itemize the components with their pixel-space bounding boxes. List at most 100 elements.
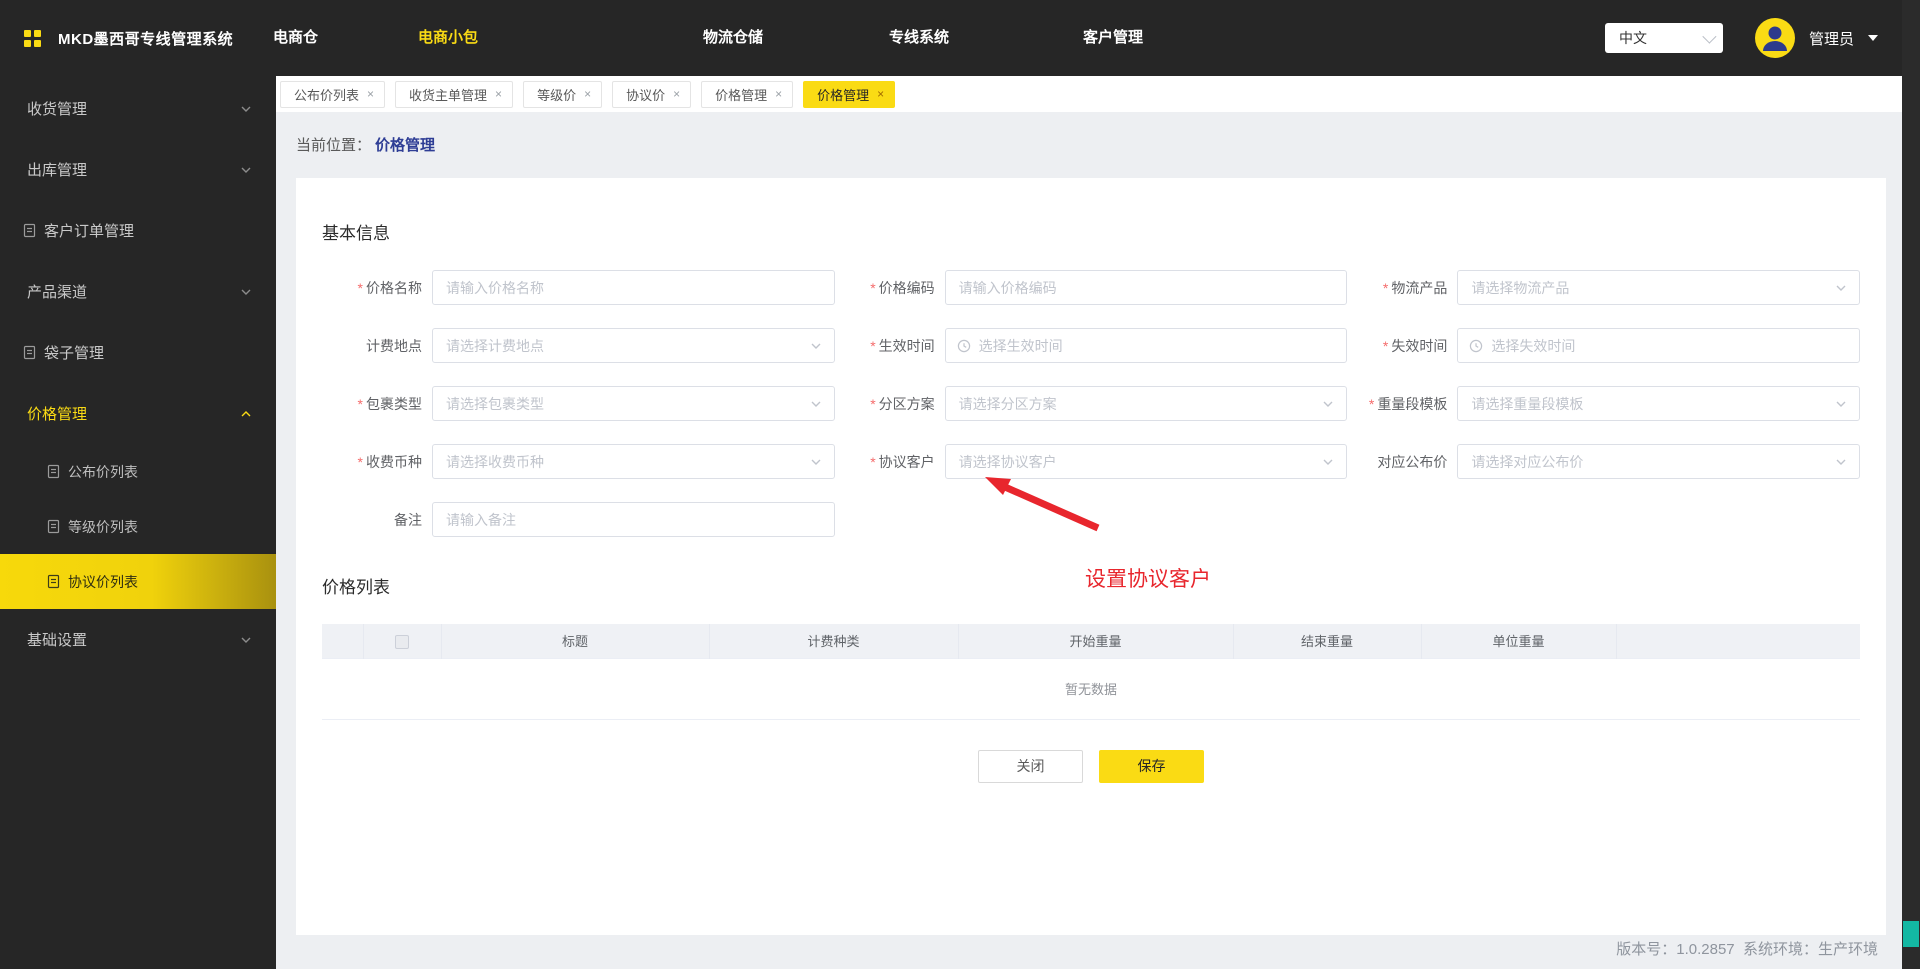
expiry-time-picker-label: * 失效时间	[1382, 337, 1448, 354]
required-asterisk: *	[357, 395, 363, 412]
agreement-customer-select[interactable]: 请选择协议客户	[944, 444, 1348, 479]
zone-plan-select[interactable]: 请选择分区方案	[944, 386, 1348, 421]
avatar[interactable]	[1754, 18, 1795, 58]
nav-item-customer-management[interactable]: 客户管理	[1083, 0, 1143, 76]
remark-input-placeholder: 请输入备注	[446, 511, 516, 528]
sidebar-item-receiving[interactable]: 收货管理	[0, 78, 276, 139]
close-button[interactable]: 关闭	[978, 749, 1083, 783]
charge-currency-select[interactable]: 请选择收费币种	[432, 444, 835, 479]
sidebar-item-published-price-list[interactable]: 公布价列表	[0, 444, 276, 499]
required-asterisk: *	[357, 453, 363, 470]
chevron-down-icon	[1835, 282, 1847, 294]
required-asterisk: *	[870, 453, 876, 470]
sidebar-item-product-channel[interactable]: 产品渠道	[0, 261, 276, 322]
sidebar-item-outbound[interactable]: 出库管理	[0, 139, 276, 200]
published-price-select-field: 对应公布价 请选择对应公布价	[1347, 444, 1860, 479]
effective-time-picker-field: * 生效时间 选择生效时间	[835, 328, 1348, 363]
parcel-type-select[interactable]: 请选择包裹类型	[432, 386, 835, 421]
sidebar-item-basic-settings[interactable]: 基础设置	[0, 609, 276, 670]
sidebar-item-level-price-list[interactable]: 等级价列表	[0, 499, 276, 554]
table-col-3: 开始重量	[958, 624, 1234, 658]
save-button[interactable]: 保存	[1099, 749, 1204, 783]
tab-level-price[interactable]: 等级价 ×	[523, 80, 603, 108]
sidebar-item-basic-settings-label: 基础设置	[27, 632, 88, 649]
logistics-product-select[interactable]: 请选择物流产品	[1457, 270, 1860, 305]
price-name-input-label: * 价格名称	[357, 279, 422, 296]
tab-agreement-price[interactable]: 协议价 ×	[612, 80, 692, 108]
chevron-down-icon	[811, 459, 821, 465]
remark-input-label: 备注	[394, 511, 422, 528]
published-price-select[interactable]: 请选择对应公布价	[1457, 444, 1860, 479]
effective-time-picker[interactable]: 选择生效时间	[944, 328, 1348, 363]
tab-close-icon[interactable]: ×	[584, 88, 591, 100]
chevron-down-icon	[810, 456, 822, 468]
chevron-down-icon	[1836, 401, 1846, 407]
tab-close-icon[interactable]: ×	[367, 88, 374, 100]
basic-info-form: * 价格名称 请输入价格名称 * 价格编码 请输入价格编码 * 物流产品 请选择物流产品 计费地点…	[322, 270, 1860, 537]
sidebar-item-price-management[interactable]: 价格管理	[0, 383, 276, 444]
charge-currency-select-label: * 收费币种	[357, 453, 422, 470]
nav-item-ecommerce-warehouse[interactable]: 电商仓	[273, 0, 318, 76]
price-name-input[interactable]: 请输入价格名称	[432, 270, 835, 305]
strip-indicator[interactable]	[1903, 921, 1919, 947]
expiry-time-picker[interactable]: 选择失效时间	[1457, 328, 1860, 363]
caret-down-icon[interactable]	[1868, 35, 1878, 41]
sidebar-item-bag-management[interactable]: 袋子管理	[0, 322, 276, 383]
basic-info-title: 基本信息	[322, 224, 390, 243]
zone-plan-select-placeholder: 请选择分区方案	[958, 395, 1057, 412]
document-icon	[23, 223, 36, 238]
tab-close-icon[interactable]: ×	[673, 88, 680, 100]
price-code-input[interactable]: 请输入价格编码	[944, 270, 1348, 305]
expiry-time-picker-field: * 失效时间 选择失效时间	[1347, 328, 1860, 363]
tab-strip: 公布价列表 × 收货主单管理 × 等级价 × 协议价 × 价格管理 × 价格管理 ×	[276, 76, 1902, 112]
sidebar-item-price-management-label: 价格管理	[27, 406, 88, 423]
chevron-down-icon	[1836, 459, 1846, 465]
right-edge-strip[interactable]	[1902, 0, 1920, 969]
document-icon	[47, 519, 60, 534]
price-code-input-label: * 价格编码	[870, 279, 935, 296]
chevron-down-icon	[241, 289, 251, 295]
remark-input[interactable]: 请输入备注	[432, 502, 835, 537]
table-col-trailing	[1616, 624, 1860, 658]
select-all-checkbox[interactable]	[395, 634, 409, 649]
charge-currency-select-placeholder: 请选择收费币种	[446, 453, 544, 470]
table-col-1: 标题	[441, 624, 710, 658]
parcel-type-select-field: * 包裹类型 请选择包裹类型	[322, 386, 835, 421]
billing-location-select[interactable]: 请选择计费地点	[432, 328, 835, 363]
sidebar-item-bag-management-label: 袋子管理	[44, 345, 105, 362]
sidebar-item-customer-orders[interactable]: 客户订单管理	[0, 200, 276, 261]
tab-close-icon[interactable]: ×	[775, 88, 782, 100]
tab-close-icon[interactable]: ×	[877, 88, 884, 100]
required-asterisk: *	[1382, 279, 1389, 296]
parcel-type-select-placeholder: 请选择包裹类型	[446, 395, 544, 412]
sidebar-item-product-channel-label: 产品渠道	[27, 284, 88, 301]
tab-close-icon[interactable]: ×	[495, 88, 502, 100]
header-right: 中文 管理员	[1604, 0, 1878, 76]
remark-input-field: 备注 请输入备注	[322, 502, 835, 537]
tab-label: 等级价	[537, 87, 577, 103]
sidebar: 收货管理 出库管理 客户订单管理产品渠道袋子管理价格管理公布价列表 等级价列表 协议价列…	[0, 76, 276, 969]
price-code-input-placeholder: 请输入价格编码	[958, 279, 1057, 296]
chevron-down-icon	[1323, 401, 1333, 407]
weight-segment-template-select-placeholder: 请选择重量段模板	[1471, 395, 1584, 412]
weight-segment-template-select[interactable]: 请选择重量段模板	[1457, 386, 1860, 421]
zone-plan-select-label: * 分区方案	[870, 395, 935, 412]
sidebar-item-agreement-price-list[interactable]: 协议价列表	[0, 554, 276, 609]
nav-item-dedicated-line[interactable]: 专线系统	[889, 0, 949, 76]
billing-location-select-placeholder: 请选择计费地点	[446, 337, 544, 354]
required-asterisk: *	[1368, 395, 1375, 412]
nav-item-ecommerce-parcel[interactable]: 电商小包	[418, 0, 478, 76]
user-name[interactable]: 管理员	[1809, 28, 1854, 49]
tab-price-management-2[interactable]: 价格管理 ×	[803, 80, 896, 108]
document-icon	[47, 519, 60, 534]
tab-receiving-master-order[interactable]: 收货主单管理 ×	[395, 80, 514, 108]
document-icon	[47, 464, 60, 479]
nav-item-logistics-storage[interactable]: 物流仓储	[703, 0, 763, 76]
tab-published-price-list[interactable]: 公布价列表 ×	[280, 80, 386, 108]
breadcrumb-current[interactable]: 价格管理	[375, 137, 435, 154]
tab-price-management-1[interactable]: 价格管理 ×	[701, 80, 794, 108]
language-select[interactable]: 中文	[1604, 23, 1723, 53]
expiry-time-picker-placeholder: 选择失效时间	[1491, 337, 1576, 354]
price-name-input-field: * 价格名称 请输入价格名称	[322, 270, 835, 305]
top-nav: 电商仓 电商小包 物流仓储 专线系统 客户管理	[0, 0, 1300, 76]
